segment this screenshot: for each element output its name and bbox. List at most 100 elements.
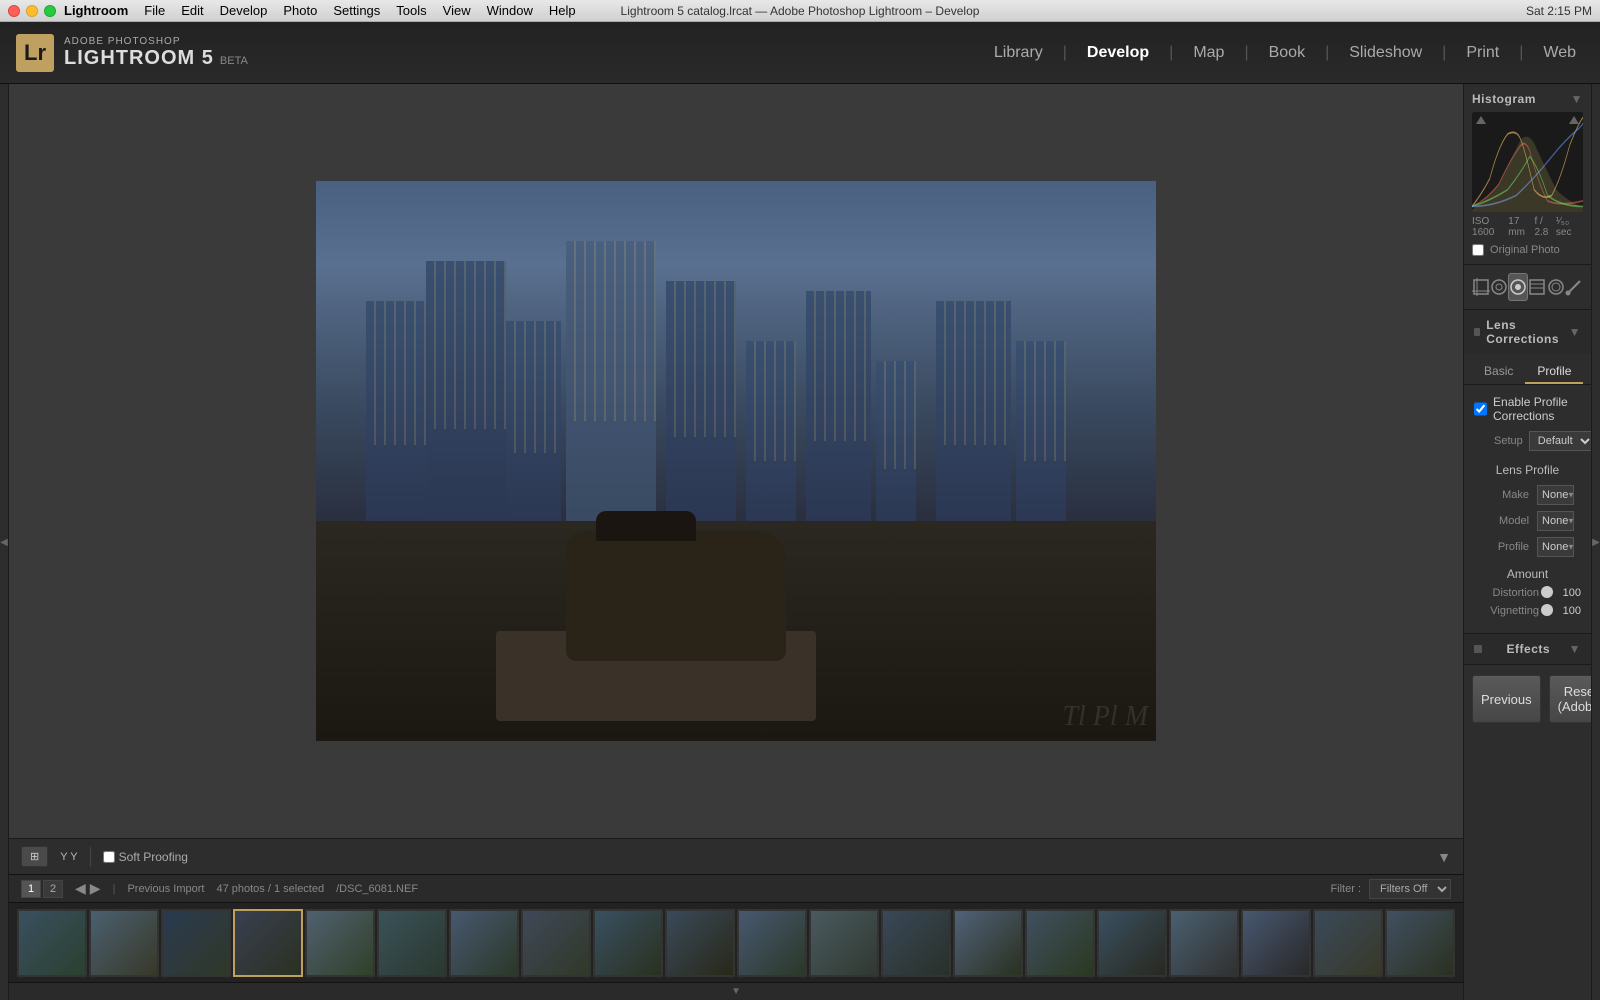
original-photo-checkbox[interactable] — [1472, 244, 1484, 256]
menu-lightroom[interactable]: Lightroom — [64, 3, 128, 18]
tab-color[interactable]: Color — [1583, 360, 1591, 384]
make-label: Make — [1474, 489, 1529, 501]
crop-tool-icon[interactable] — [1472, 273, 1490, 301]
effects-collapse-icon — [1474, 645, 1482, 653]
close-button[interactable] — [8, 5, 20, 17]
tab-basic[interactable]: Basic — [1472, 360, 1525, 384]
hist-clip-highlight-icon[interactable] — [1569, 116, 1579, 124]
menu-file[interactable]: File — [144, 3, 165, 18]
menu-window[interactable]: Window — [487, 3, 533, 18]
import-label: Previous Import — [127, 883, 204, 895]
toolbar-down-arrow-icon[interactable]: ▼ — [1437, 849, 1451, 865]
film-thumb-12[interactable] — [809, 909, 879, 977]
right-panel: Histogram ▼ — [1463, 84, 1591, 1000]
vignetting-slider[interactable] — [1545, 609, 1547, 613]
profile-select-wrapper: None — [1537, 537, 1581, 557]
bottom-toolbar: ⊞ Y Y Soft Proofing ▼ — [9, 838, 1463, 874]
histogram-arrow-icon[interactable]: ▼ — [1571, 92, 1583, 106]
film-thumb-7[interactable] — [449, 909, 519, 977]
radial-filter-icon[interactable] — [1547, 273, 1565, 301]
building-8 — [876, 361, 916, 541]
setup-row: Setup Default — [1494, 431, 1581, 451]
film-thumb-17[interactable] — [1169, 909, 1239, 977]
film-thumb-14[interactable] — [953, 909, 1023, 977]
nav-web[interactable]: Web — [1535, 40, 1584, 66]
lens-content: Enable Profile Corrections Setup Default… — [1464, 385, 1591, 633]
lens-corrections-header[interactable]: Lens Corrections ▼ — [1464, 310, 1591, 354]
film-thumb-11[interactable] — [737, 909, 807, 977]
view-mode-button[interactable]: ⊞ — [21, 846, 48, 867]
film-thumb-19[interactable] — [1313, 909, 1383, 977]
prev-arrow-icon[interactable]: ◀ — [75, 880, 86, 897]
soft-proofing-checkbox[interactable]: Soft Proofing — [103, 850, 188, 864]
menu-edit[interactable]: Edit — [181, 3, 203, 18]
right-panel-toggle[interactable]: ▶ — [1591, 84, 1600, 1000]
vignetting-thumb[interactable] — [1541, 604, 1553, 616]
nav-library[interactable]: Library — [986, 40, 1051, 66]
previous-button[interactable]: Previous — [1472, 675, 1541, 723]
make-select[interactable]: None — [1537, 485, 1574, 505]
aperture-value: f / 2.8 — [1534, 216, 1555, 238]
film-thumb-4[interactable] — [233, 909, 303, 977]
lens-corrections-section: Lens Corrections ▼ Basic Profile Color M… — [1464, 310, 1591, 634]
photo-placeholder: Tl Pl M — [316, 181, 1156, 741]
tab-profile[interactable]: Profile — [1525, 360, 1583, 384]
city-background — [316, 241, 1156, 541]
spot-removal-tool-icon[interactable] — [1490, 273, 1508, 301]
minimize-button[interactable] — [26, 5, 38, 17]
nav-map[interactable]: Map — [1185, 40, 1232, 66]
film-thumb-2[interactable] — [89, 909, 159, 977]
film-thumb-9[interactable] — [593, 909, 663, 977]
building-2 — [426, 261, 506, 541]
menu-tools[interactable]: Tools — [396, 3, 426, 18]
nav-print[interactable]: Print — [1458, 40, 1507, 66]
next-arrow-icon[interactable]: ▶ — [90, 880, 101, 897]
redeye-tool-icon[interactable] — [1508, 273, 1528, 301]
distortion-value: 100 — [1553, 587, 1581, 599]
adjustment-brush-icon[interactable] — [1565, 273, 1583, 301]
distortion-label: Distortion — [1474, 587, 1539, 599]
nav-sep-4: | — [1317, 40, 1337, 66]
nav-book[interactable]: Book — [1261, 40, 1313, 66]
menu-view[interactable]: View — [443, 3, 471, 18]
reset-button[interactable]: Reset (Adobe) — [1549, 675, 1591, 723]
lr-text-bottom: LIGHTROOM 5 — [64, 47, 214, 70]
film-thumb-13[interactable] — [881, 909, 951, 977]
menu-develop[interactable]: Develop — [220, 3, 268, 18]
distortion-slider[interactable] — [1545, 591, 1547, 595]
setup-select[interactable]: Default — [1529, 431, 1591, 451]
distortion-thumb[interactable] — [1541, 586, 1553, 598]
effects-header[interactable]: Effects ▼ — [1464, 634, 1591, 664]
soft-proofing-input[interactable] — [103, 851, 115, 863]
film-thumb-16[interactable] — [1097, 909, 1167, 977]
nav-slideshow[interactable]: Slideshow — [1341, 40, 1430, 66]
model-select[interactable]: None — [1537, 511, 1574, 531]
film-thumb-20[interactable] — [1385, 909, 1455, 977]
page-1[interactable]: 1 — [21, 880, 41, 898]
hist-clip-shadow-icon[interactable] — [1476, 116, 1486, 124]
film-thumb-8[interactable] — [521, 909, 591, 977]
maximize-button[interactable] — [44, 5, 56, 17]
film-thumb-15[interactable] — [1025, 909, 1095, 977]
graduated-filter-icon[interactable] — [1528, 273, 1546, 301]
film-thumb-1[interactable] — [17, 909, 87, 977]
clock: Sat 2:15 PM — [1526, 4, 1592, 18]
menu-help[interactable]: Help — [549, 3, 576, 18]
film-thumb-5[interactable] — [305, 909, 375, 977]
enable-profile-corrections-label: Enable Profile Corrections — [1493, 395, 1581, 423]
film-thumb-10[interactable] — [665, 909, 735, 977]
menu-settings[interactable]: Settings — [333, 3, 380, 18]
film-thumb-3[interactable] — [161, 909, 231, 977]
film-thumb-6[interactable] — [377, 909, 447, 977]
film-thumb-18[interactable] — [1241, 909, 1311, 977]
nav-arrows: ◀ ▶ — [75, 880, 101, 897]
profile-select[interactable]: None — [1537, 537, 1574, 557]
nav-develop[interactable]: Develop — [1079, 40, 1157, 66]
menu-photo[interactable]: Photo — [283, 3, 317, 18]
lens-tabs: Basic Profile Color Manual — [1464, 354, 1591, 385]
bottom-scroll[interactable]: ▼ — [9, 982, 1463, 1000]
filter-select[interactable]: Filters Off — [1369, 879, 1451, 899]
left-panel-toggle[interactable]: ◀ — [0, 84, 9, 1000]
enable-profile-corrections-checkbox[interactable] — [1474, 402, 1487, 416]
page-2[interactable]: 2 — [43, 880, 63, 898]
